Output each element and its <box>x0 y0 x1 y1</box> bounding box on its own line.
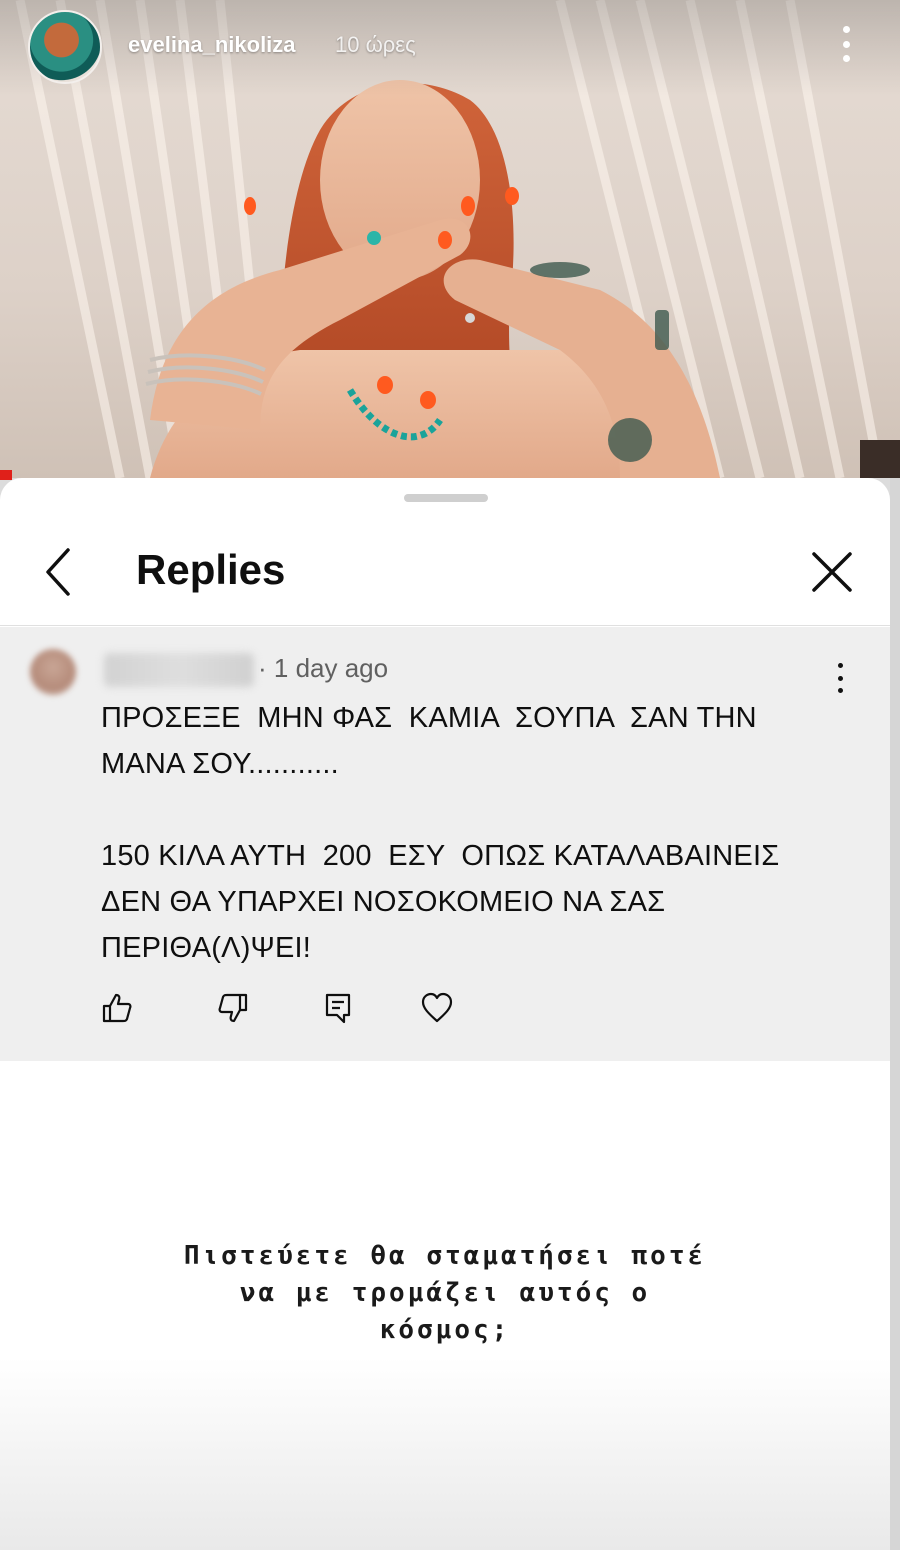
story-header: evelina_nikoliza 10 ώρες <box>0 0 900 96</box>
chevron-left-icon[interactable] <box>36 544 80 600</box>
thumbs-up-icon[interactable] <box>100 991 134 1025</box>
commenter-avatar-blurred[interactable] <box>30 649 76 695</box>
comment-card: · 1 day ago ΠΡΟΣΕΞΕ ΜΗΝ ΦΑΣ ΚΑΜΙΑ ΣΟΥΠΑ … <box>0 627 890 1061</box>
bottom-fade <box>0 1358 890 1550</box>
replies-sheet: Replies · 1 day ago ΠΡΟΣΕΞΕ ΜΗΝ ΦΑΣ ΚΑΜΙ… <box>0 478 890 1550</box>
drag-handle[interactable] <box>404 494 488 502</box>
vertical-ellipsis-icon[interactable] <box>832 22 860 66</box>
close-icon[interactable] <box>808 548 856 596</box>
thumbs-down-icon[interactable] <box>216 991 250 1025</box>
comment-time: · 1 day ago <box>258 653 389 683</box>
story-caption: Πιστεύετε θα σταματήσει ποτέ να με τρομά… <box>183 1241 707 1345</box>
replies-header: Replies <box>0 514 890 626</box>
story-avatar[interactable] <box>28 10 102 84</box>
replies-title: Replies <box>136 546 286 593</box>
comment-text: ΠΡΟΣΕΞΕ ΜΗΝ ΦΑΣ ΚΑΜΙΑ ΣΟΥΠΑ ΣΑΝ ΤΗΝ ΜΑΝΑ… <box>101 702 780 964</box>
comment-more-icon[interactable] <box>830 663 850 693</box>
story-username[interactable]: evelina_nikoliza <box>128 32 296 58</box>
red-accent-mark <box>0 470 12 480</box>
story-time: 10 ώρες <box>335 32 416 57</box>
reply-comment-icon[interactable] <box>322 991 356 1025</box>
heart-icon[interactable] <box>420 991 454 1025</box>
commenter-name-blurred[interactable] <box>104 653 254 687</box>
right-edge-strip <box>890 478 900 1550</box>
